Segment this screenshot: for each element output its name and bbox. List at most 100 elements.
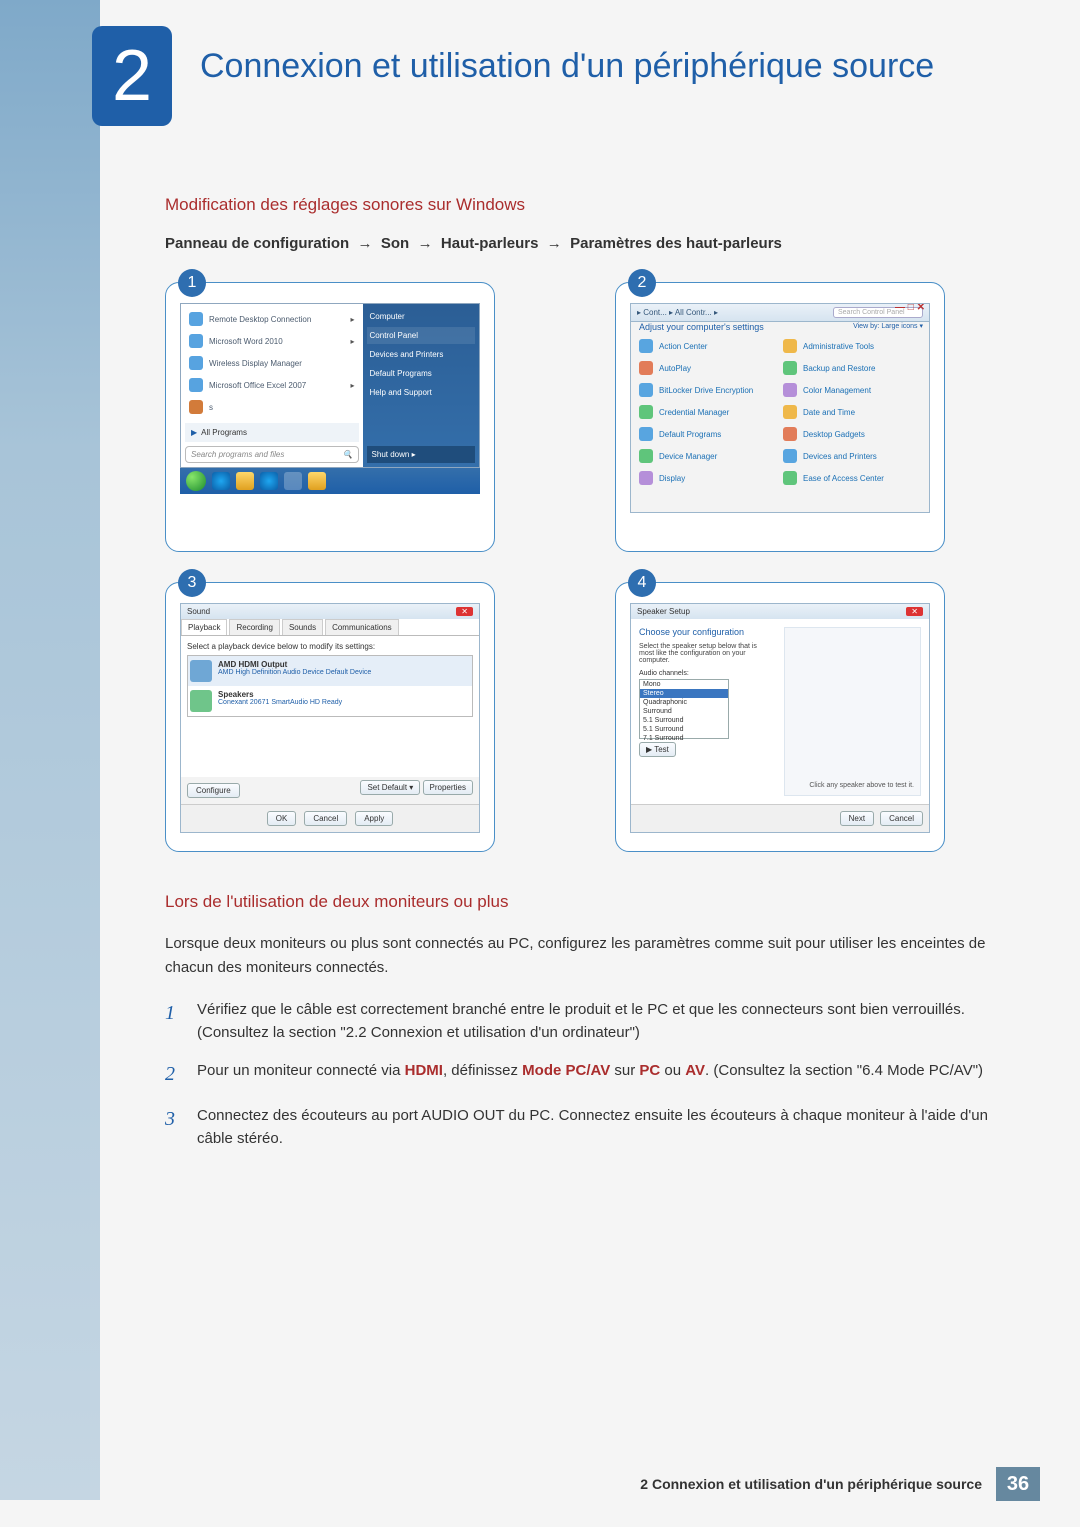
taskbar-icon[interactable] — [260, 472, 278, 490]
gadgets-icon — [783, 427, 797, 441]
default-programs-icon — [639, 427, 653, 441]
display-icon — [639, 471, 653, 485]
step-number: 2 — [165, 1059, 185, 1090]
section-heading-sound: Modification des réglages sonores sur Wi… — [165, 195, 1005, 215]
cp-item[interactable]: Action Center — [639, 336, 777, 356]
window-titlebar: Sound ✕ — [181, 604, 479, 619]
cp-item[interactable]: Device Manager — [639, 446, 777, 466]
tab-sounds[interactable]: Sounds — [282, 619, 323, 635]
ease-access-icon — [783, 471, 797, 485]
devices-printers-icon — [783, 449, 797, 463]
step-text: Vérifiez que le câble est correctement b… — [197, 998, 1005, 1045]
playback-device[interactable]: Speakers Conexant 20671 SmartAudio HD Re… — [188, 686, 472, 716]
tabs: Playback Recording Sounds Communications — [181, 619, 479, 636]
chapter-title: Connexion et utilisation d'un périphériq… — [200, 45, 980, 88]
breadcrumb[interactable]: ▸ Cont... ▸ All Contr... ▸ — [637, 308, 718, 317]
cp-item[interactable]: Devices and Printers — [783, 446, 921, 466]
instruction-text: Select a playback device below to modify… — [187, 642, 473, 651]
app-icon — [189, 334, 203, 348]
intro-text: Lorsque deux moniteurs ou plus sont conn… — [165, 932, 1005, 980]
step-item: 2 Pour un moniteur connecté via HDMI, dé… — [165, 1059, 1005, 1090]
close-icon[interactable]: ✕ — [456, 607, 473, 616]
start-menu-item[interactable]: Wireless Display Manager — [185, 352, 359, 374]
cp-item[interactable]: Ease of Access Center — [783, 468, 921, 488]
start-orb-icon[interactable] — [186, 471, 206, 491]
configure-button[interactable]: Configure — [187, 783, 240, 798]
list-item[interactable]: Surround — [640, 707, 728, 716]
start-menu-item[interactable]: Microsoft Word 2010▸ — [185, 330, 359, 352]
search-input[interactable]: Search programs and files 🔍 — [185, 446, 359, 463]
screenshot-control-panel: 2 ▸ Cont... ▸ All Contr... ▸ Search Cont… — [615, 282, 945, 552]
device-icon — [190, 660, 212, 682]
list-item[interactable]: Mono — [640, 680, 728, 689]
bitlocker-icon — [639, 383, 653, 397]
next-button[interactable]: Next — [840, 811, 874, 826]
list-item[interactable]: Quadraphonic — [640, 698, 728, 707]
ie-icon[interactable] — [212, 472, 230, 490]
cp-item[interactable]: BitLocker Drive Encryption — [639, 380, 777, 400]
tab-communications[interactable]: Communications — [325, 619, 399, 635]
cp-item[interactable]: Default Programs — [639, 424, 777, 444]
device-icon — [190, 690, 212, 712]
set-default-button[interactable]: Set Default ▾ — [360, 780, 420, 795]
cancel-button[interactable]: Cancel — [304, 811, 347, 826]
explorer-icon[interactable] — [236, 472, 254, 490]
cp-item[interactable]: Display — [639, 468, 777, 488]
window-titlebar: Speaker Setup ✕ — [631, 604, 929, 619]
taskbar-icon[interactable] — [308, 472, 326, 490]
ok-button[interactable]: OK — [267, 811, 297, 826]
tab-playback[interactable]: Playback — [181, 619, 227, 635]
start-menu-item[interactable]: Microsoft Office Excel 2007▸ — [185, 374, 359, 396]
start-right-item[interactable]: Control Panel — [367, 327, 475, 344]
start-right-item[interactable]: Devices and Printers — [367, 346, 475, 363]
all-programs[interactable]: All Programs — [185, 423, 359, 442]
flag-icon — [639, 339, 653, 353]
window-titlebar: ▸ Cont... ▸ All Contr... ▸ Search Contro… — [631, 304, 929, 322]
cp-item[interactable]: Date and Time — [783, 402, 921, 422]
start-right-item[interactable]: Help and Support — [367, 384, 475, 401]
close-icon[interactable]: ✕ — [906, 607, 923, 616]
tab-recording[interactable]: Recording — [229, 619, 279, 635]
properties-button[interactable]: Properties — [423, 780, 473, 795]
cp-item[interactable]: Administrative Tools — [783, 336, 921, 356]
start-menu-item[interactable]: s — [185, 396, 359, 418]
start-menu-item[interactable]: Remote Desktop Connection▸ — [185, 308, 359, 330]
step-text: Pour un moniteur connecté via HDMI, défi… — [197, 1059, 983, 1090]
credential-icon — [639, 405, 653, 419]
cp-item[interactable]: Color Management — [783, 380, 921, 400]
cp-item[interactable]: Backup and Restore — [783, 358, 921, 378]
start-right-item[interactable]: Computer — [367, 308, 475, 325]
cancel-button[interactable]: Cancel — [880, 811, 923, 826]
wizard-heading: Choose your configuration — [639, 627, 774, 637]
cp-item[interactable]: Credential Manager — [639, 402, 777, 422]
backup-icon — [783, 361, 797, 375]
start-right-item[interactable]: Default Programs — [367, 365, 475, 382]
side-bar — [0, 0, 100, 1500]
audio-channels-list[interactable]: Mono Stereo Quadraphonic Surround 5.1 Su… — [639, 679, 729, 739]
list-item[interactable]: 5.1 Surround — [640, 725, 728, 734]
shutdown-button[interactable]: Shut down ▸ — [367, 446, 475, 463]
chevron-right-icon: ▸ — [351, 315, 355, 324]
taskbar-icon[interactable] — [284, 472, 302, 490]
wizard-desc: Select the speaker setup below that is m… — [639, 643, 774, 664]
list-item[interactable]: Stereo — [640, 689, 728, 698]
chapter-number: 2 — [112, 35, 152, 117]
close-icon[interactable]: — □ ✕ — [895, 303, 925, 313]
color-icon — [783, 383, 797, 397]
view-by-dropdown[interactable]: View by: Large icons ▾ — [853, 322, 929, 330]
screenshot-start-menu: 1 Remote Desktop Connection▸ Microsoft W… — [165, 282, 495, 552]
device-manager-icon — [639, 449, 653, 463]
chapter-number-badge: 2 — [92, 26, 172, 126]
app-icon — [189, 378, 203, 392]
cp-item[interactable]: AutoPlay — [639, 358, 777, 378]
chevron-right-icon: ▸ — [351, 337, 355, 346]
apply-button[interactable]: Apply — [355, 811, 393, 826]
playback-device[interactable]: AMD HDMI Output AMD High Definition Audi… — [188, 656, 472, 686]
speaker-diagram: Click any speaker above to test it. — [784, 627, 921, 796]
test-button[interactable]: ▶ Test — [639, 742, 676, 757]
list-label: Audio channels: — [639, 670, 774, 677]
list-item[interactable]: 5.1 Surround — [640, 716, 728, 725]
path-part: Haut-parleurs — [441, 235, 539, 252]
path-part: Panneau de configuration — [165, 235, 349, 252]
cp-item[interactable]: Desktop Gadgets — [783, 424, 921, 444]
